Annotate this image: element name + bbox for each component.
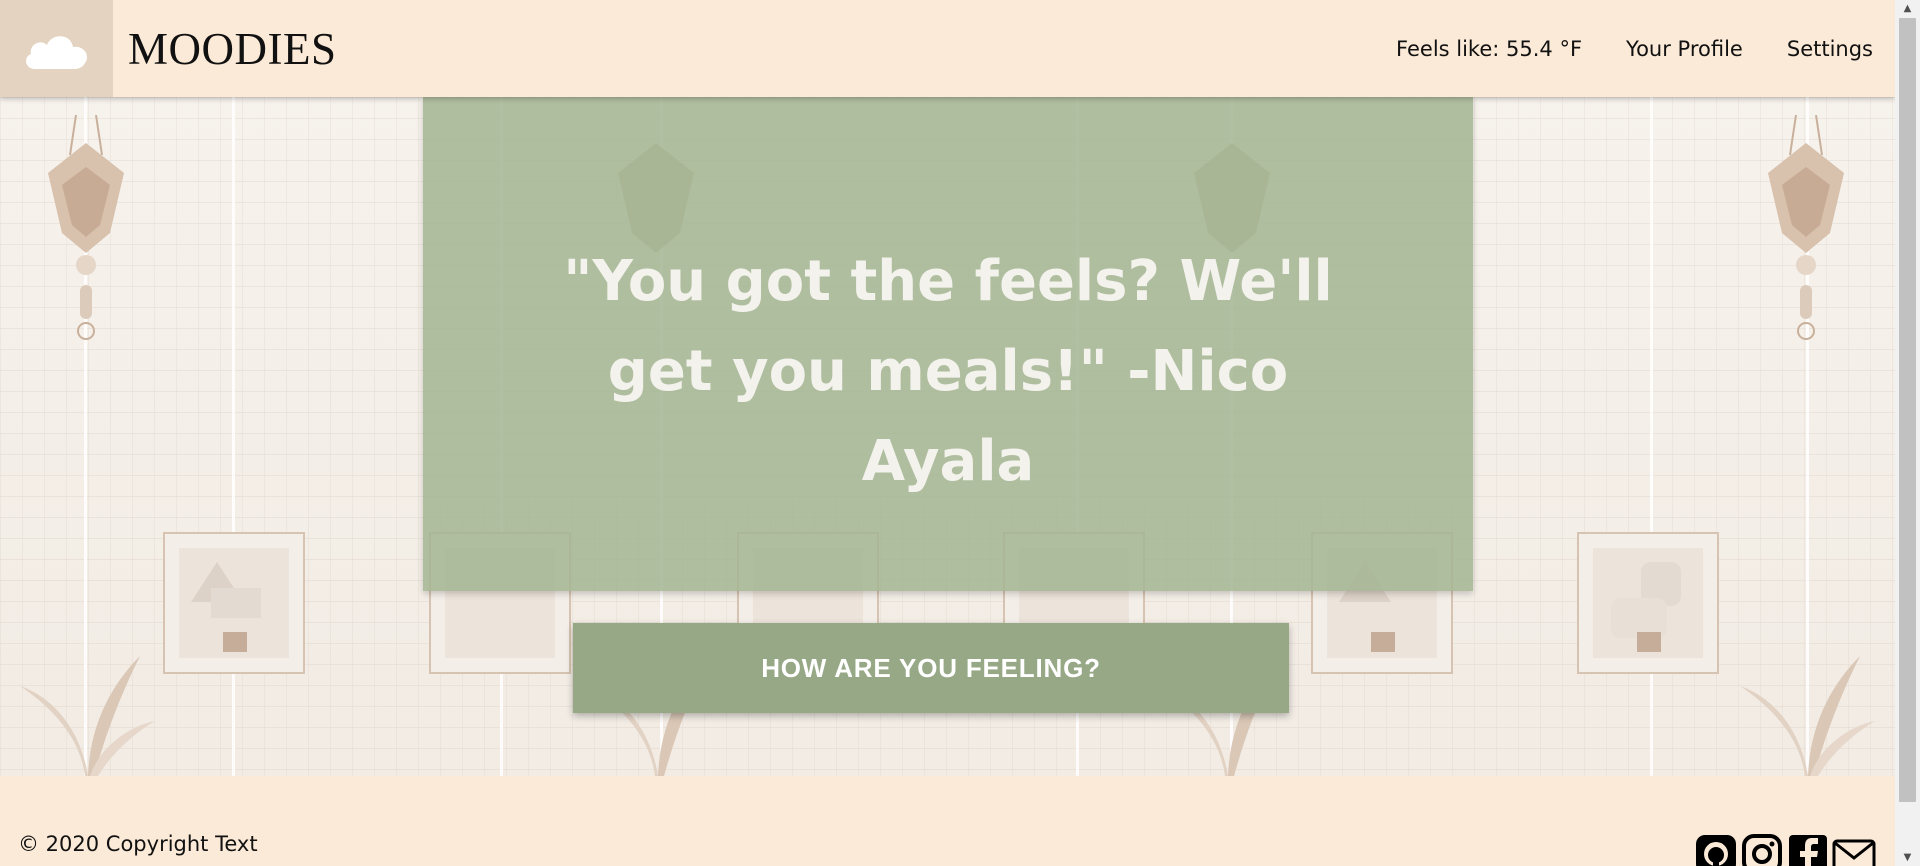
how-are-you-feeling-button[interactable]: HOW ARE YOU FEELING? xyxy=(573,623,1289,713)
scroll-up-arrow-icon[interactable]: ▲ xyxy=(1895,0,1920,17)
nav-your-profile[interactable]: Your Profile xyxy=(1626,37,1743,61)
vertical-scrollbar[interactable]: ▲ ▼ xyxy=(1895,0,1920,866)
plant-icon xyxy=(1740,656,1875,776)
cloud-icon xyxy=(25,35,87,69)
lamp-pole xyxy=(232,97,235,776)
quote-card: "You got the feels? We'll get you meals!… xyxy=(423,97,1473,591)
plant-icon xyxy=(20,656,155,776)
page: MOODIES Feels like: 55.4 °F Your Profile… xyxy=(0,0,1920,866)
brand-title[interactable]: MOODIES xyxy=(128,23,337,75)
wall-frame xyxy=(1577,532,1719,674)
mail-icon[interactable] xyxy=(1832,833,1876,866)
wall-frame xyxy=(163,532,305,674)
facebook-icon[interactable] xyxy=(1786,833,1830,866)
instagram-icon[interactable] xyxy=(1740,833,1784,866)
footer: © 2020 Copyright Text xyxy=(0,776,1895,866)
scrollbar-thumb[interactable] xyxy=(1899,18,1916,802)
hero-background: "You got the feels? We'll get you meals!… xyxy=(0,97,1895,776)
navbar: MOODIES Feels like: 55.4 °F Your Profile… xyxy=(0,0,1895,97)
copyright-text: © 2020 Copyright Text xyxy=(18,832,258,856)
hanging-lamp-icon xyxy=(1768,115,1844,340)
weather-readout: Feels like: 55.4 °F xyxy=(1396,36,1583,61)
lamp-pole xyxy=(1650,97,1653,776)
nav-settings[interactable]: Settings xyxy=(1787,37,1873,61)
nav-links: Feels like: 55.4 °F Your Profile Setting… xyxy=(1352,37,1873,61)
scroll-down-arrow-icon[interactable]: ▼ xyxy=(1895,849,1920,866)
hanging-lamp-icon xyxy=(48,115,124,340)
hero-quote: "You got the feels? We'll get you meals!… xyxy=(563,249,1333,494)
logo[interactable] xyxy=(0,0,113,97)
github-icon[interactable] xyxy=(1694,833,1738,866)
